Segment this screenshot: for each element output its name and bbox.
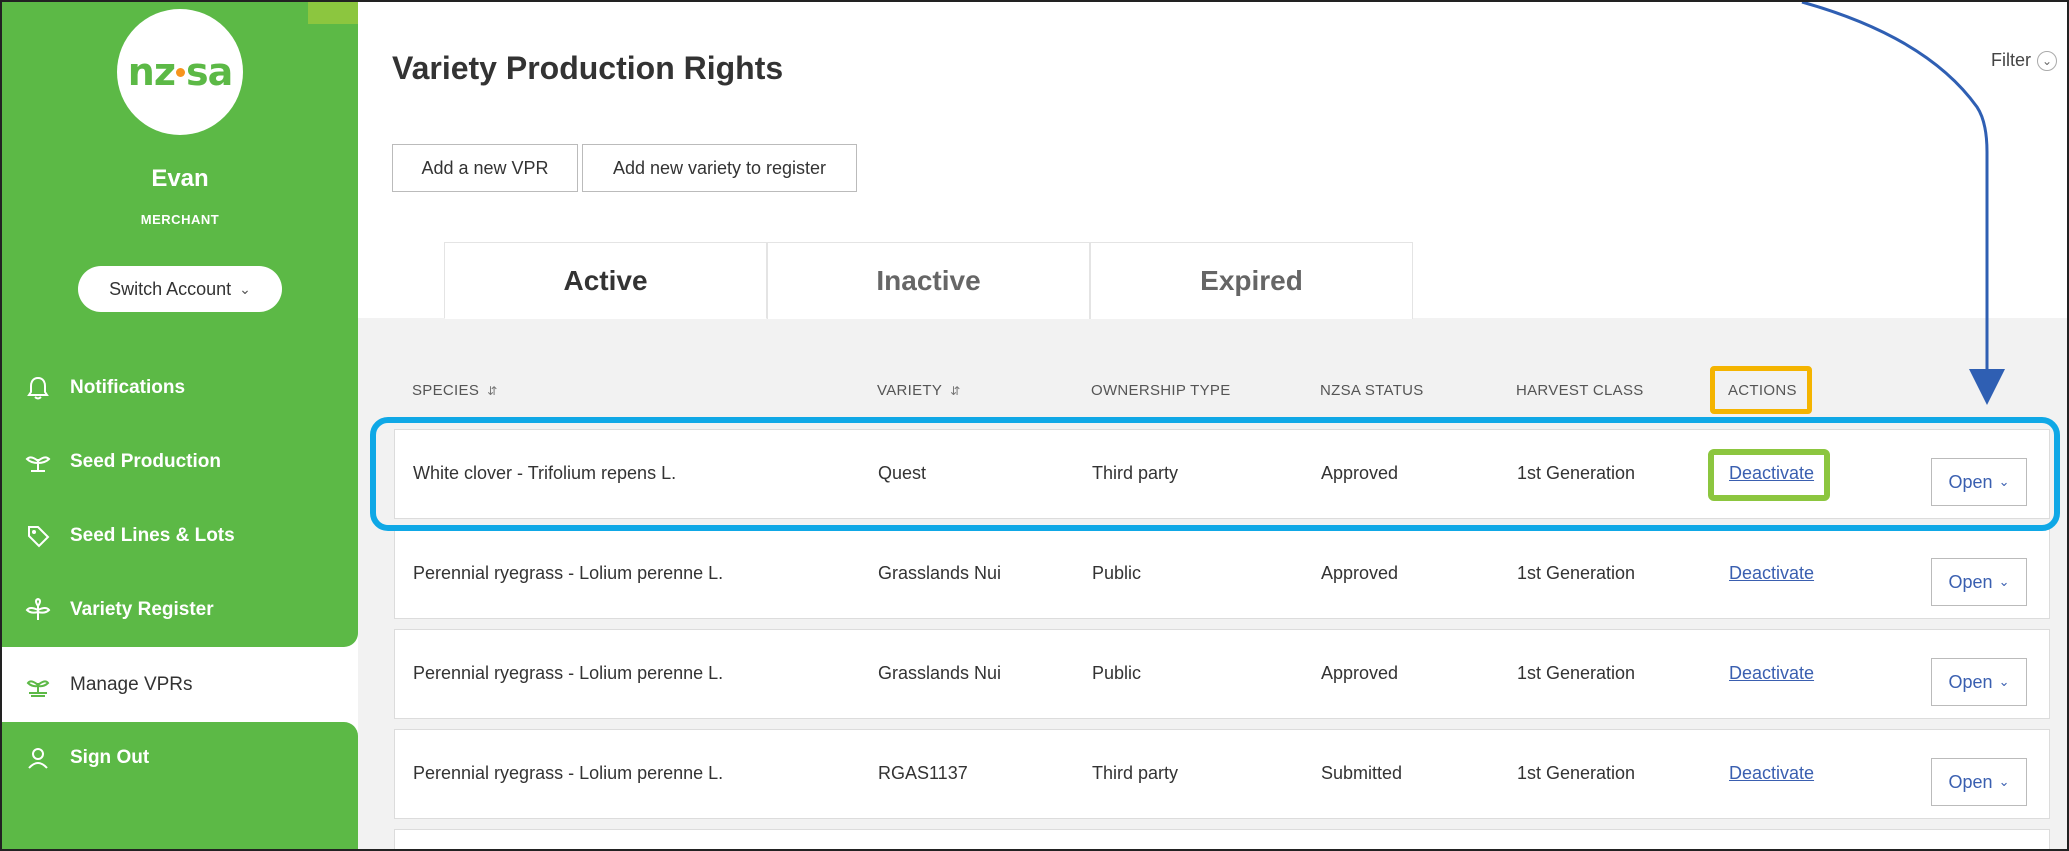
chevron-down-icon: ⌄	[239, 280, 251, 297]
harvest-cell: 1st Generation	[1517, 763, 1636, 783]
tab-expired[interactable]: Expired	[1090, 242, 1413, 319]
bell-icon	[24, 374, 52, 402]
column-header-harvest-class: HARVEST CLASS	[1516, 382, 1644, 399]
table-row: Perennial ryegrass - Lolium perenne L. G…	[394, 629, 2050, 719]
status-cell: Approved	[1321, 663, 1399, 683]
variety-cell: Grasslands Nui	[878, 563, 1002, 583]
chevron-down-icon: ⌄	[1998, 574, 2010, 589]
sidebar-item-sign-out[interactable]: Sign Out	[2, 738, 358, 778]
species-cell: Perennial ryegrass - Lolium perenne L.	[413, 763, 724, 783]
deactivate-link[interactable]: Deactivate	[1729, 663, 1814, 684]
sidebar: nz sa Evan MERCHANT Switch Account ⌄ Noti…	[2, 2, 358, 849]
status-cell: Approved	[1321, 563, 1399, 583]
tab-inactive[interactable]: Inactive	[767, 242, 1090, 319]
column-header-variety[interactable]: VARIETY ⇵	[877, 382, 961, 399]
nzsa-logo[interactable]: nz sa	[117, 9, 243, 135]
screenshot-frame: nz sa Evan MERCHANT Switch Account ⌄ Noti…	[0, 0, 2069, 851]
seedling-icon	[24, 671, 52, 699]
add-vpr-button[interactable]: Add a new VPR	[392, 144, 578, 192]
sidebar-item-label: Sign Out	[70, 747, 150, 768]
deactivate-link[interactable]: Deactivate	[1729, 563, 1814, 584]
harvest-cell: 1st Generation	[1517, 563, 1636, 583]
filter-dropdown[interactable]: Filter ⌄	[1991, 50, 2057, 71]
column-header-nzsa-status: NZSA STATUS	[1320, 382, 1424, 399]
deactivate-link[interactable]: Deactivate	[1729, 763, 1814, 784]
ownership-cell: Third party	[1092, 763, 1179, 783]
status-tabs: Active Inactive Expired	[444, 242, 1413, 319]
chevron-down-icon: ⌄	[1998, 674, 2010, 689]
column-header-species[interactable]: SPECIES ⇵	[412, 382, 497, 399]
open-button[interactable]: Open ⌄	[1931, 558, 2027, 606]
highlight-actions-header-box	[1710, 366, 1812, 414]
open-button[interactable]: Open ⌄	[1931, 758, 2027, 806]
variety-cell: RGAS1137	[878, 763, 968, 783]
sidebar-item-seed-lines-lots[interactable]: Seed Lines & Lots	[2, 516, 358, 556]
tab-active[interactable]: Active	[444, 242, 767, 319]
sidebar-item-manage-vprs[interactable]: Manage VPRs	[2, 665, 358, 705]
add-variety-button[interactable]: Add new variety to register	[582, 144, 857, 192]
species-cell: Perennial ryegrass - Lolium perenne L.	[413, 563, 724, 583]
table-row: Perennial ryegrass - Lolium perenne L. R…	[394, 729, 2050, 819]
sidebar-item-label: Manage VPRs	[70, 674, 193, 695]
ownership-cell: Public	[1092, 563, 1142, 583]
user-icon	[24, 744, 52, 772]
tag-icon	[24, 522, 52, 550]
harvest-cell: 1st Generation	[1517, 663, 1636, 683]
sidebar-item-variety-register[interactable]: Variety Register	[2, 590, 358, 630]
sprout-icon	[24, 596, 52, 624]
sidebar-accent	[308, 2, 358, 24]
table-row	[394, 829, 2050, 849]
switch-account-button[interactable]: Switch Account ⌄	[78, 266, 282, 312]
sidebar-item-notifications[interactable]: Notifications	[2, 368, 358, 408]
logo-text: nz sa	[127, 50, 233, 94]
highlight-deactivate-box	[1708, 449, 1830, 501]
open-button[interactable]: Open ⌄	[1931, 658, 2027, 706]
switch-account-label: Switch Account	[109, 278, 232, 299]
status-cell: Submitted	[1321, 763, 1403, 783]
chevron-down-icon: ⌄	[1998, 774, 2010, 789]
sidebar-item-label: Notifications	[70, 377, 186, 398]
table-row: Perennial ryegrass - Lolium perenne L. G…	[394, 529, 2050, 619]
user-name: Evan	[151, 165, 209, 192]
page-title: Variety Production Rights	[392, 50, 784, 86]
plant-icon	[24, 448, 52, 476]
ownership-cell: Public	[1092, 663, 1142, 683]
sort-icon: ⇵	[487, 384, 498, 398]
column-header-ownership-type: OWNERSHIP TYPE	[1091, 382, 1231, 399]
sort-icon: ⇵	[950, 384, 961, 398]
sidebar-item-seed-production[interactable]: Seed Production	[2, 442, 358, 482]
sidebar-item-label: Seed Lines & Lots	[70, 525, 235, 546]
species-cell: Perennial ryegrass - Lolium perenne L.	[413, 663, 724, 683]
sidebar-item-label: Variety Register	[70, 599, 214, 620]
variety-cell: Grasslands Nui	[878, 663, 1002, 683]
chevron-down-icon: ⌄	[2037, 50, 2057, 71]
user-role: MERCHANT	[140, 212, 220, 227]
sidebar-item-label: Seed Production	[70, 451, 221, 472]
filter-label: Filter	[1991, 50, 2031, 70]
